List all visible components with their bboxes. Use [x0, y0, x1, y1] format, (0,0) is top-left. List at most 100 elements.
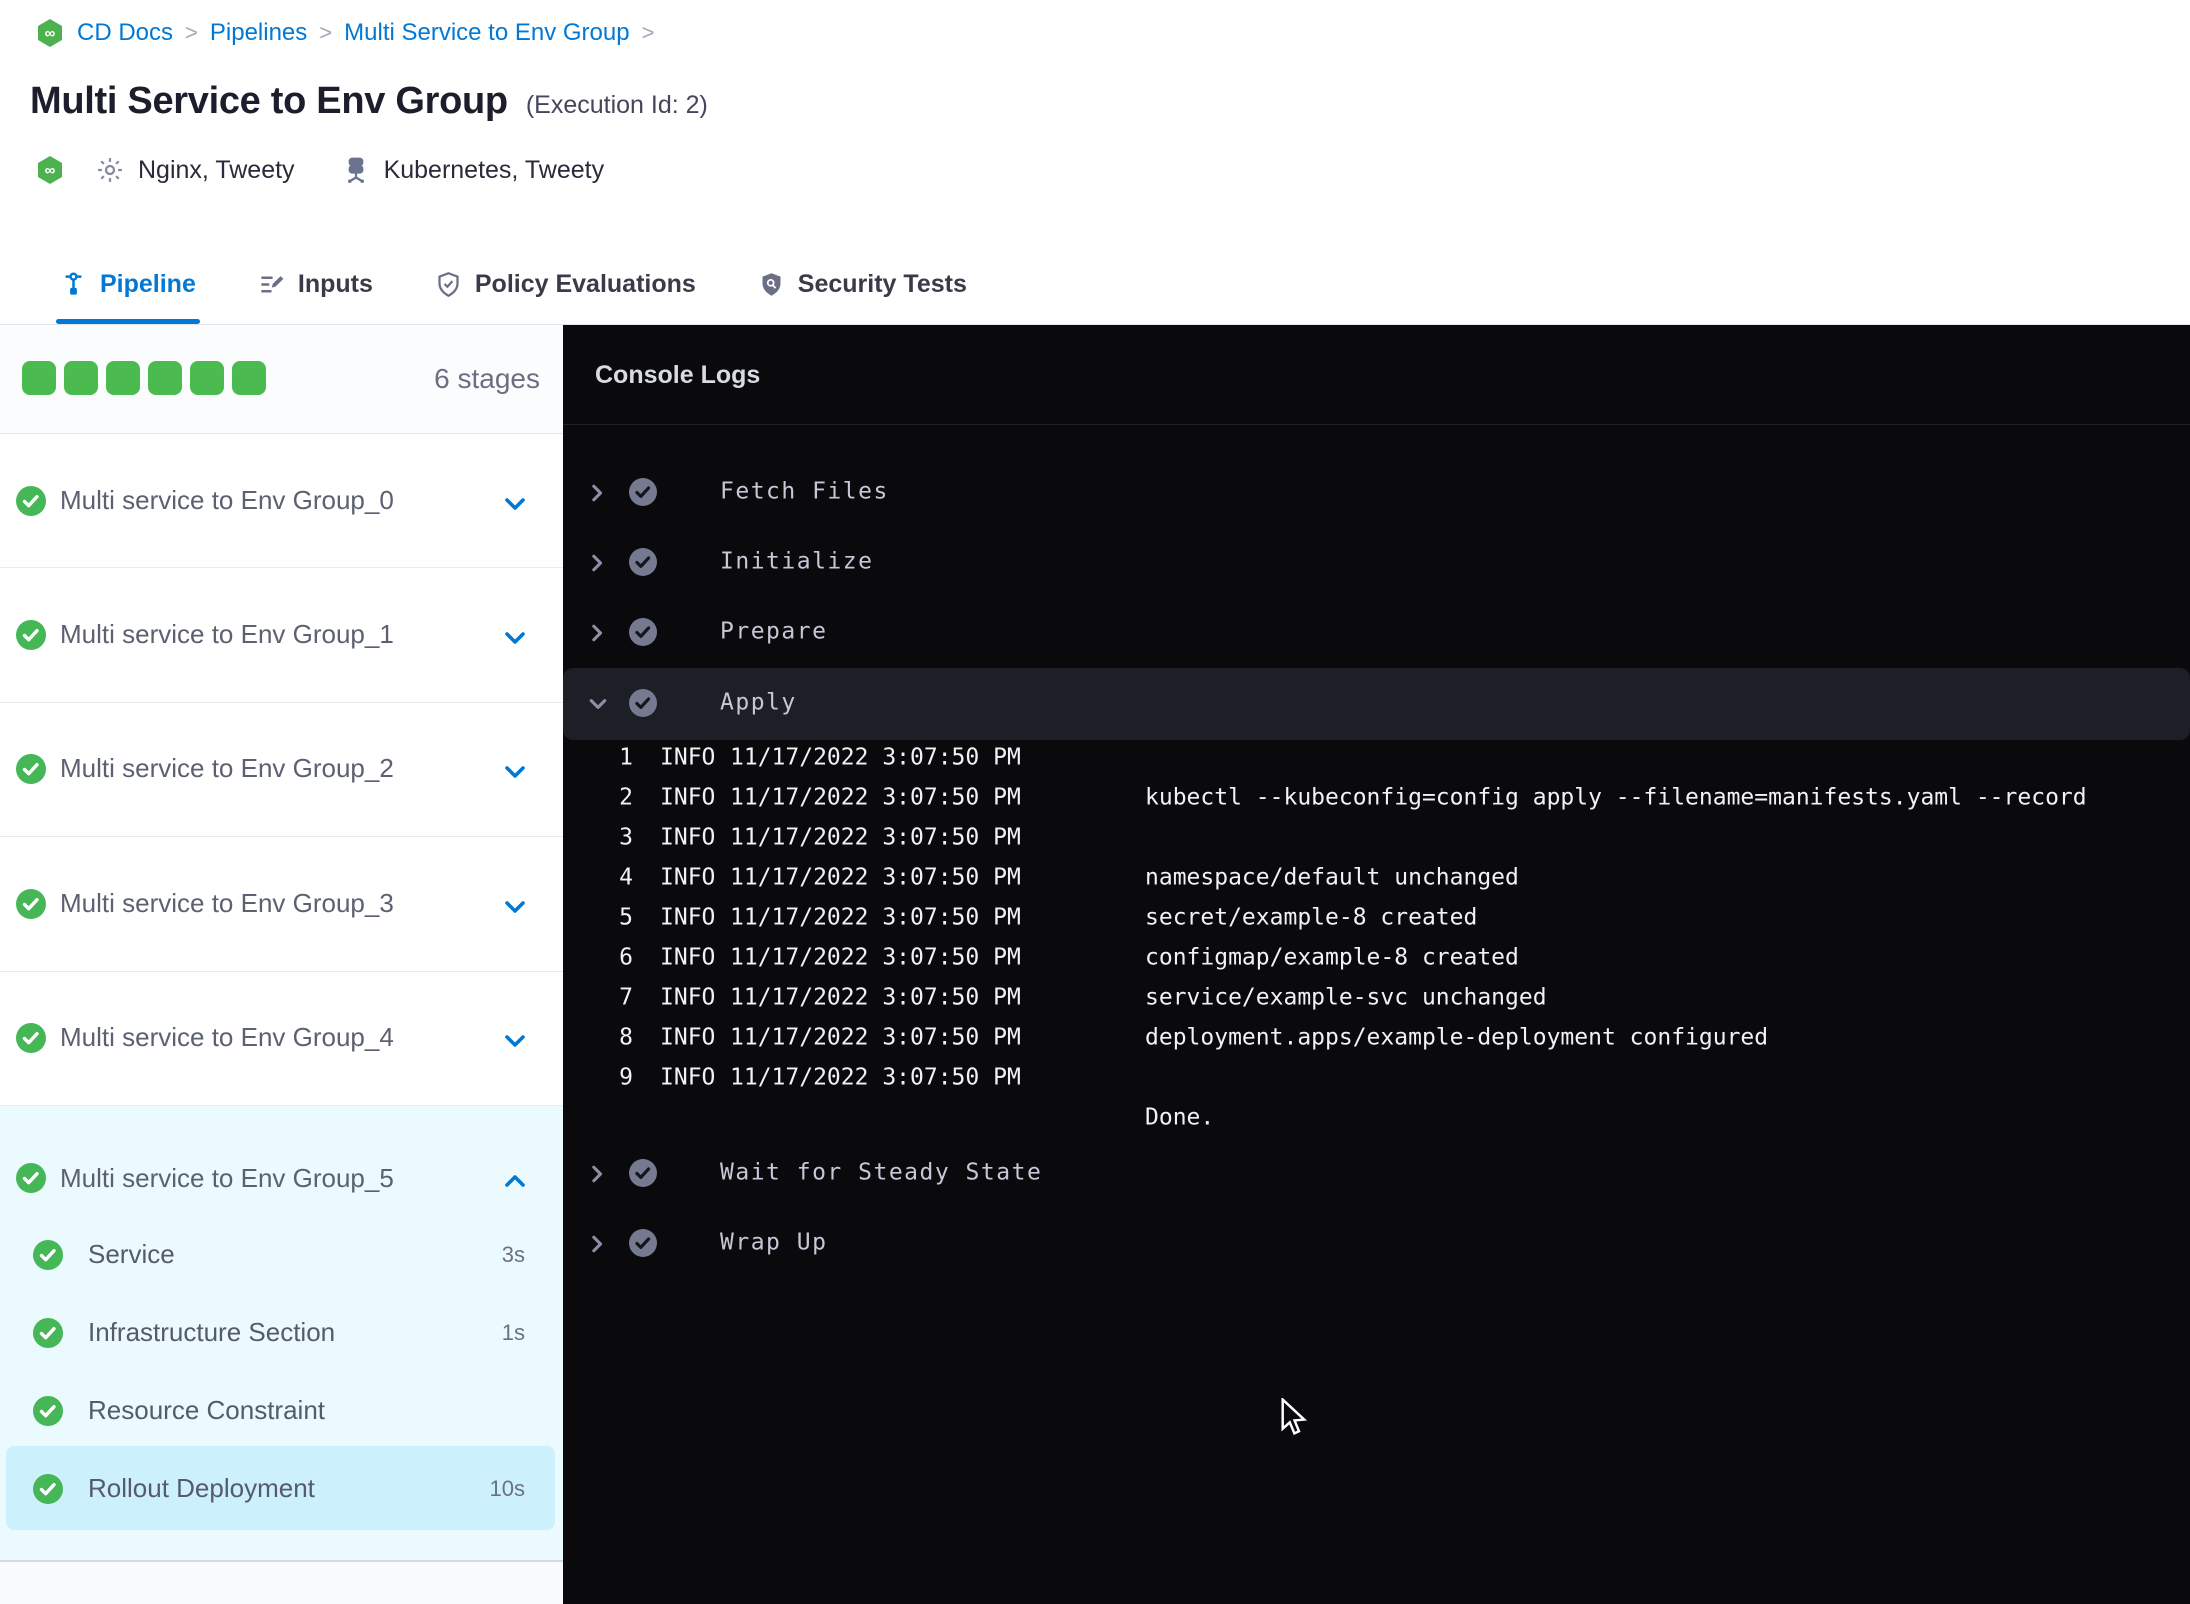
log-section-label: Initialize: [720, 548, 874, 575]
step-success-badge-icon: [629, 548, 657, 576]
pipeline-stages-sidebar: 6 stages Multi service to Env Group_0 Mul…: [0, 325, 563, 1604]
chevron-down-icon[interactable]: [502, 625, 528, 651]
chevron-down-icon[interactable]: [587, 693, 609, 715]
log-message: configmap/example-8 created: [1145, 944, 1519, 971]
breadcrumb-link[interactable]: Multi Service to Env Group: [344, 19, 629, 47]
log-line-number: 6: [619, 944, 633, 971]
log-line-number: 9: [619, 1064, 633, 1091]
step-success-badge-icon: [629, 689, 657, 717]
success-check-icon: [16, 1023, 46, 1054]
log-message: service/example-svc unchanged: [1145, 984, 1547, 1011]
chevron-down-icon[interactable]: [502, 759, 528, 785]
stage-status-square[interactable]: [148, 361, 182, 395]
success-check-icon: [16, 888, 46, 919]
stage-status-square[interactable]: [64, 361, 98, 395]
tab-label: Inputs: [297, 270, 373, 298]
log-line-number: 4: [619, 864, 633, 891]
sidebar-bottom-strip: [0, 1560, 563, 1604]
log-level: INFO: [660, 984, 716, 1011]
breadcrumb-link[interactable]: CD Docs: [77, 19, 173, 47]
log-level: INFO: [660, 864, 716, 891]
log-section-label: Prepare: [720, 618, 828, 645]
breadcrumb-link[interactable]: Pipelines: [210, 19, 307, 47]
log-timestamp: 11/17/2022 3:07:50 PM: [730, 744, 1021, 771]
services-row: ∞ Nginx, Tweety Kubernetes, Tweety: [35, 150, 604, 190]
success-check-icon: [16, 1163, 46, 1193]
environments-label: Kubernetes, Tweety: [383, 155, 605, 184]
stage-name: Multi service to Env Group_4: [60, 1022, 394, 1053]
log-section-label: Wrap Up: [720, 1229, 828, 1256]
step-row[interactable]: Infrastructure Section 1s: [0, 1294, 563, 1372]
stage-status-square[interactable]: [232, 361, 266, 395]
tab-pipeline[interactable]: Pipeline: [56, 245, 200, 324]
step-name: Rollout Deployment: [88, 1472, 315, 1503]
chevron-right-icon[interactable]: [587, 622, 609, 644]
log-level: INFO: [660, 944, 716, 971]
stage-row[interactable]: Multi service to Env Group_3: [0, 837, 563, 972]
stage-status-square[interactable]: [106, 361, 140, 395]
step-duration: 1s: [501, 1320, 525, 1345]
security-shield-icon: [758, 271, 785, 298]
stage-name: Multi service to Env Group_1: [60, 618, 394, 649]
log-section-apply[interactable]: Apply: [563, 668, 2190, 738]
tab-inputs[interactable]: Inputs: [254, 245, 377, 324]
stages-summary: 6 stages: [0, 325, 563, 434]
log-level: INFO: [660, 784, 716, 811]
step-row[interactable]: Service 3s: [0, 1216, 563, 1294]
harness-cd-icon: ∞: [35, 18, 65, 48]
console-logs-panel: Console Logs Fetch Files Initialize Prep…: [563, 325, 2190, 1604]
log-section-fetch-files[interactable]: Fetch Files: [563, 457, 2190, 527]
step-duration: 10s: [489, 1476, 525, 1501]
chevron-down-icon[interactable]: [502, 894, 528, 920]
log-message: secret/example-8 created: [1145, 904, 1478, 931]
svg-text:∞: ∞: [45, 162, 56, 179]
breadcrumb-separator: >: [319, 20, 333, 45]
step-row[interactable]: Resource Constraint: [0, 1372, 563, 1450]
log-line-number: 2: [619, 784, 633, 811]
stage-row[interactable]: Multi service to Env Group_4: [0, 971, 563, 1106]
log-line: 4 INFO 11/17/2022 3:07:50 PM namespace/d…: [563, 858, 2190, 898]
stage-name: Multi service to Env Group_0: [60, 484, 394, 515]
stage-row[interactable]: Multi service to Env Group_0: [0, 434, 563, 569]
log-section-initialize[interactable]: Initialize: [563, 527, 2190, 597]
success-check-icon: [16, 754, 46, 785]
log-message: namespace/default unchanged: [1145, 864, 1519, 891]
chevron-down-icon[interactable]: [502, 1028, 528, 1054]
log-section-wait-for-steady-state[interactable]: Wait for Steady State: [563, 1138, 2190, 1208]
step-row[interactable]: Rollout Deployment 10s: [0, 1450, 563, 1528]
mouse-cursor: [1278, 1396, 1312, 1443]
tab-security-tests[interactable]: Security Tests: [754, 245, 971, 324]
log-message: kubectl --kubeconfig=config apply --file…: [1145, 784, 2087, 811]
stage-row[interactable]: Multi service to Env Group_2: [0, 702, 563, 838]
stage-status-square[interactable]: [22, 361, 56, 395]
log-section-wrap-up[interactable]: Wrap Up: [563, 1208, 2190, 1278]
log-trailing-line: Done.: [563, 1098, 2190, 1138]
log-section-prepare[interactable]: Prepare: [563, 597, 2190, 667]
chevron-down-icon[interactable]: [502, 491, 528, 517]
step-success-badge-icon: [629, 1229, 657, 1257]
log-line: 1 INFO 11/17/2022 3:07:50 PM: [563, 738, 2190, 778]
chevron-right-icon[interactable]: [587, 1233, 609, 1255]
inputs-icon: [258, 271, 285, 298]
svg-text:∞: ∞: [45, 25, 56, 42]
pipeline-icon: [60, 271, 87, 298]
services-gear-icon: [95, 155, 125, 185]
chevron-right-icon[interactable]: [587, 482, 609, 504]
chevron-up-icon[interactable]: [502, 1168, 528, 1194]
log-level: INFO: [660, 1064, 716, 1091]
log-line: 3 INFO 11/17/2022 3:07:50 PM: [563, 818, 2190, 858]
log-line: 8 INFO 11/17/2022 3:07:50 PM deployment.…: [563, 1018, 2190, 1058]
stage-row[interactable]: Multi service to Env Group_1: [0, 568, 563, 703]
log-line: 9 INFO 11/17/2022 3:07:50 PM: [563, 1058, 2190, 1098]
success-check-icon: [16, 620, 46, 651]
page-title: Multi Service to Env Group: [30, 80, 508, 122]
log-level: INFO: [660, 904, 716, 931]
stage-status-square[interactable]: [190, 361, 224, 395]
tab-policy-evaluations[interactable]: Policy Evaluations: [431, 245, 700, 324]
step-name: Service: [88, 1238, 175, 1269]
step-duration: 3s: [501, 1242, 525, 1267]
log-message: Done.: [1145, 1104, 1215, 1131]
chevron-right-icon[interactable]: [587, 1163, 609, 1185]
chevron-right-icon[interactable]: [587, 552, 609, 574]
log-line-number: 3: [619, 824, 633, 851]
